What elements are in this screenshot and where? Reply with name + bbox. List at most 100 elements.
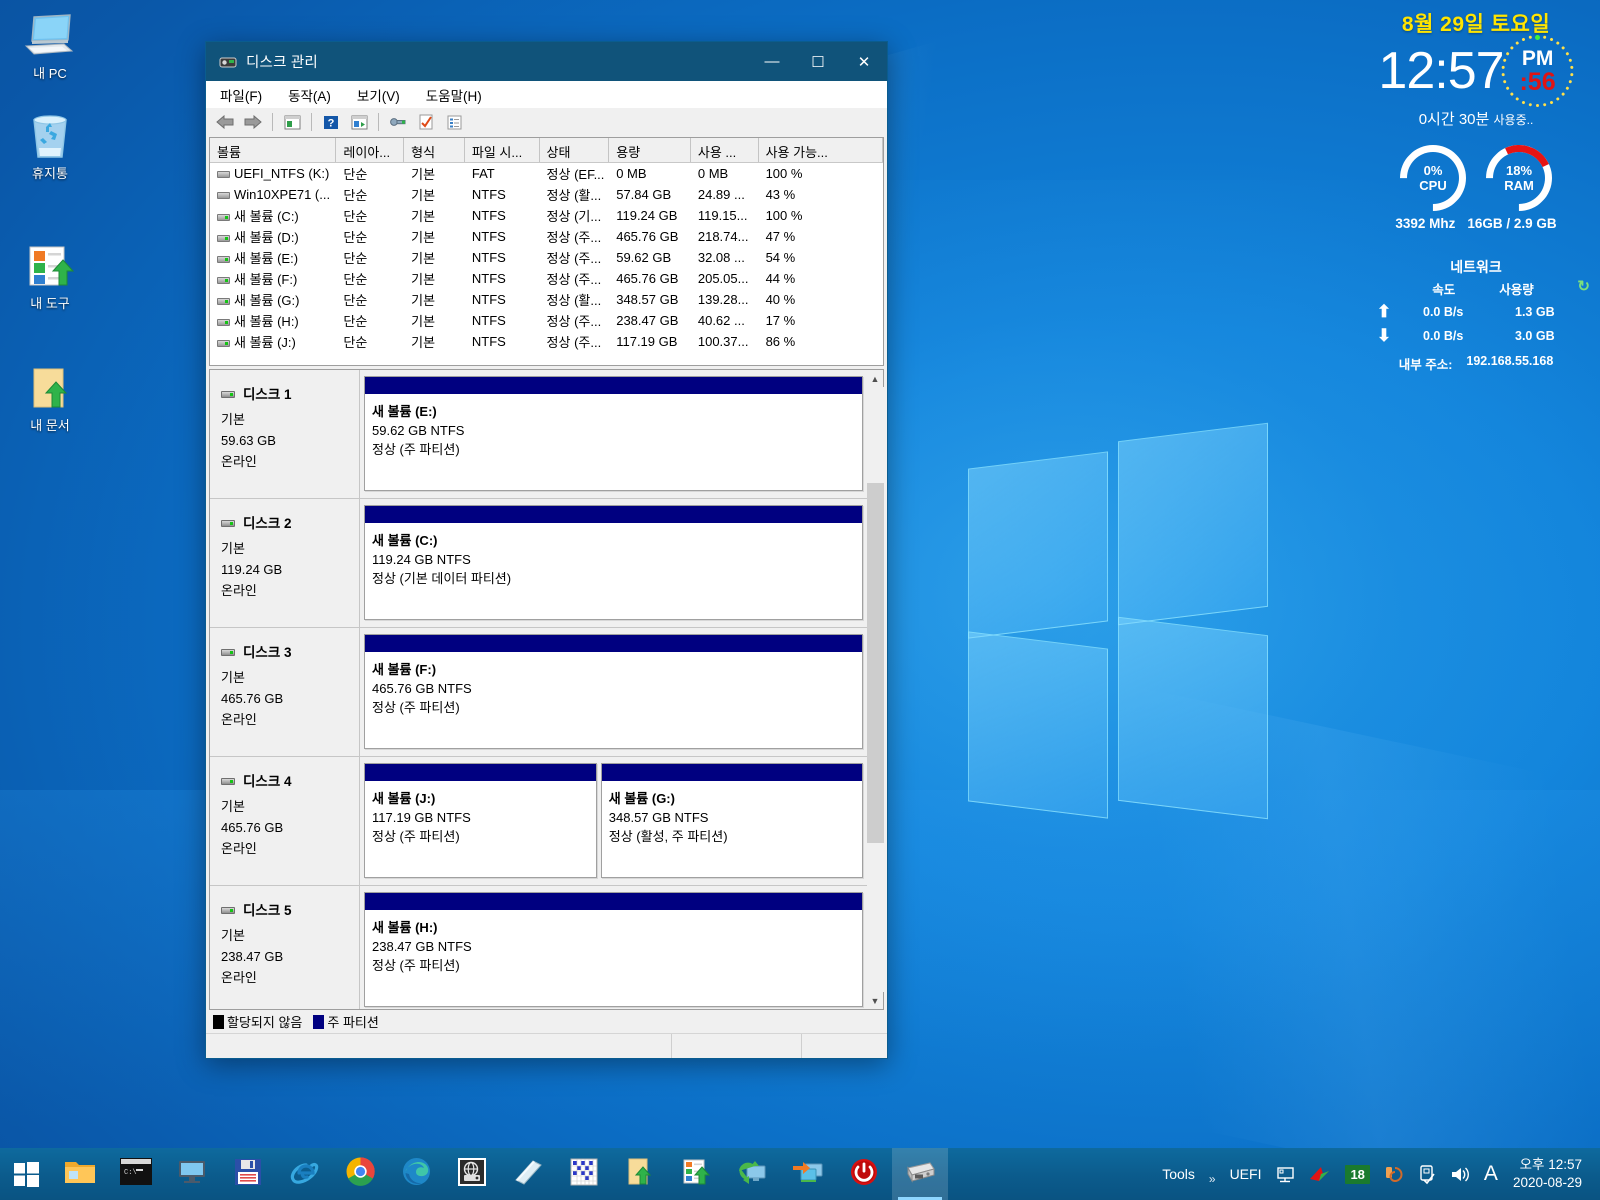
properties-icon[interactable] (347, 111, 371, 134)
folder-icon (64, 1158, 96, 1191)
partition-status: 정상 (기본 데이터 파티션) (372, 571, 512, 586)
disk-info-panel[interactable]: 디스크 4 기본 465.76 GB 온라인 (210, 757, 360, 885)
ie-icon (289, 1157, 319, 1192)
disk-row[interactable]: 디스크 1 기본 59.63 GB 온라인 새 볼륨 (E:) 59.62 GB NTFS… (210, 370, 867, 499)
volume-row[interactable]: 새 볼륨 (H:) 단순 기본 NTFS 정상 (주... 238.47 GB 40.62 … (210, 310, 883, 331)
display-icon[interactable] (1268, 1148, 1302, 1200)
column-header-free-space[interactable]: 사용 ... (691, 138, 759, 162)
back-arrow-icon[interactable] (213, 111, 237, 134)
taskbar-item-restart-tool[interactable] (724, 1148, 780, 1200)
taskbar-item-save-tool[interactable] (220, 1148, 276, 1200)
gadget-seconds-dial: PM :56 (1501, 35, 1574, 107)
taskbar-item-microsoft-edge[interactable] (388, 1148, 444, 1200)
refresh-icon[interactable]: ↻ (1577, 277, 1590, 295)
disk-row[interactable]: 디스크 2 기본 119.24 GB 온라인 새 볼륨 (C:) 119.24 GB NT… (210, 499, 867, 628)
scrollbar-thumb[interactable] (866, 483, 884, 843)
volume-row[interactable]: 새 볼륨 (C:) 단순 기본 NTFS 정상 (기... 119.24 GB 119.15… (210, 205, 883, 226)
upload-speed: 0.0 B/s (1423, 305, 1464, 319)
help-icon[interactable]: ? (319, 111, 343, 134)
forward-arrow-icon[interactable] (241, 111, 265, 134)
volume-row[interactable]: 새 볼륨 (G:) 단순 기본 NTFS 정상 (활... 348.57 GB 139.28… (210, 289, 883, 310)
partition-block[interactable]: 새 볼륨 (E:) 59.62 GB NTFS 정상 (주 파티션) (364, 376, 863, 491)
tray-overflow-chevron-icon[interactable]: » (1202, 1148, 1223, 1200)
scroll-up-icon[interactable]: ▲ (867, 370, 884, 387)
volume-label: Win10XPE71 (... (234, 187, 331, 202)
desktop-icon-my-documents[interactable]: 내 문서 (0, 362, 100, 433)
column-header-filesystem[interactable]: 파일 시... (465, 138, 540, 162)
taskbar-item-google-chrome[interactable] (332, 1148, 388, 1200)
usb-icon[interactable] (1377, 1148, 1411, 1200)
taskbar-item-network-disk-tool[interactable] (444, 1148, 500, 1200)
volume-row[interactable]: 새 볼륨 (E:) 단순 기본 NTFS 정상 (주... 59.62 GB 32.08 .… (210, 247, 883, 268)
flag-icon[interactable] (1302, 1148, 1338, 1200)
disk-info-panel[interactable]: 디스크 3 기본 465.76 GB 온라인 (210, 628, 360, 756)
menu-item-view[interactable]: 보기(V) (354, 82, 403, 108)
disk-row[interactable]: 디스크 4 기본 465.76 GB 온라인 새 볼륨 (J:) 117.19 GB NT… (210, 757, 867, 886)
taskbar-item-disk-management[interactable] (892, 1148, 948, 1200)
window-title-bar[interactable]: 디스크 관리 — ☐ ✕ (206, 42, 887, 81)
taskbar-item-grid-tool[interactable] (556, 1148, 612, 1200)
partition-block[interactable]: 새 볼륨 (C:) 119.24 GB NTFS 정상 (기본 데이터 파티션) (364, 505, 863, 620)
show-hide-tree-icon[interactable] (280, 111, 304, 134)
maximize-button[interactable]: ☐ (795, 42, 841, 81)
partition-color-bar (365, 893, 862, 911)
volume-row[interactable]: 새 볼륨 (J:) 단순 기본 NTFS 정상 (주... 117.19 GB 100.37… (210, 331, 883, 352)
column-header-layout[interactable]: 레이아... (336, 138, 405, 162)
taskbar-item-power[interactable] (836, 1148, 892, 1200)
disk-info-panel[interactable]: 디스크 2 기본 119.24 GB 온라인 (210, 499, 360, 627)
desktop-icon-my-tools[interactable]: 내 도구 (0, 240, 100, 311)
disk-info-panel[interactable]: 디스크 1 기본 59.63 GB 온라인 (210, 370, 360, 498)
taskbar-item-my-tools[interactable] (668, 1148, 724, 1200)
ime-a-icon[interactable]: A (1477, 1148, 1505, 1200)
volume-row[interactable]: 새 볼륨 (D:) 단순 기본 NTFS 정상 (주... 465.76 GB 218.74… (210, 226, 883, 247)
taskbar-item-file-explorer[interactable] (52, 1148, 108, 1200)
taskbar-item-notepad-tool[interactable] (500, 1148, 556, 1200)
volume-row[interactable]: Win10XPE71 (... 단순 기본 NTFS 정상 (활... 57.84 GB 2… (210, 184, 883, 205)
windows-start-icon[interactable] (0, 1148, 52, 1200)
menu-item-help[interactable]: 도움말(H) (423, 82, 485, 108)
partition-block[interactable]: 새 볼륨 (J:) 117.19 GB NTFS 정상 (주 파티션) (364, 763, 597, 878)
refresh-icon[interactable] (414, 111, 438, 134)
scroll-down-icon[interactable]: ▼ (867, 992, 884, 1009)
safe-removal-icon[interactable] (1411, 1148, 1443, 1200)
list-view-icon[interactable] (442, 111, 466, 134)
column-header-status[interactable]: 상태 (540, 138, 610, 162)
taskbar-item-remote-desktop[interactable] (164, 1148, 220, 1200)
volume-row[interactable]: 새 볼륨 (F:) 단순 기본 NTFS 정상 (주... 465.76 GB 205.05… (210, 268, 883, 289)
volume-icon[interactable] (1443, 1148, 1477, 1200)
volume-label: 새 볼륨 (F:) (234, 272, 298, 287)
disk-row[interactable]: 디스크 5 기본 238.47 GB 온라인 새 볼륨 (H:) 238.47 GB NT… (210, 886, 867, 1009)
column-header-capacity[interactable]: 용량 (609, 138, 691, 162)
volume-row[interactable]: UEFI_NTFS (K:) 단순 기본 FAT 정상 (EF... 0 MB 0 MB 10… (210, 163, 883, 184)
taskbar-item-screen-transfer[interactable] (780, 1148, 836, 1200)
desktop-icon-my-pc[interactable]: 내 PC (0, 10, 100, 81)
column-header-volume[interactable]: 볼륨 (210, 138, 337, 162)
calendar-18-icon[interactable]: 18 (1338, 1148, 1376, 1200)
taskbar-item-internet-explorer[interactable] (276, 1148, 332, 1200)
volume-percent: 40 % (765, 292, 796, 307)
partition-block[interactable]: 새 볼륨 (F:) 465.76 GB NTFS 정상 (주 파티션) (364, 634, 863, 749)
tray-uefi-label[interactable]: UEFI (1223, 1148, 1269, 1200)
menu-item-action[interactable]: 동작(A) (285, 82, 334, 108)
taskbar-clock[interactable]: 오후 12:57 2020-08-29 (1505, 1156, 1592, 1192)
menu-item-file[interactable]: 파일(F) (217, 82, 265, 108)
minimize-button[interactable]: — (749, 42, 795, 81)
close-button[interactable]: ✕ (841, 42, 887, 81)
desktop-icon-recycle-bin[interactable]: 휴지통 (0, 110, 100, 181)
column-header-type[interactable]: 형식 (404, 138, 465, 162)
disk-info-panel[interactable]: 디스크 5 기본 238.47 GB 온라인 (210, 886, 360, 1009)
tray-tools-label[interactable]: Tools (1155, 1148, 1202, 1200)
taskbar-item-command-prompt[interactable]: C:\ (108, 1148, 164, 1200)
partition-title: 새 볼륨 (J:) (372, 791, 436, 806)
disk-row[interactable]: 디스크 3 기본 465.76 GB 온라인 새 볼륨 (F:) 465.76 GB NT… (210, 628, 867, 757)
partition-block[interactable]: 새 볼륨 (H:) 238.47 GB NTFS 정상 (주 파티션) (364, 892, 863, 1007)
partition-block[interactable]: 새 볼륨 (G:) 348.57 GB NTFS 정상 (활성, 주 파티션) (600, 763, 863, 878)
rescan-disks-icon[interactable] (386, 111, 410, 134)
volume-percent: 54 % (765, 250, 796, 265)
column-header-percent-free[interactable]: 사용 가능... (759, 138, 883, 162)
system-tray: Tools » UEFI 18 A 오후 12:57 2020-08-29 (1155, 1148, 1600, 1200)
taskbar-item-my-documents[interactable] (612, 1148, 668, 1200)
graphical-view-scrollbar[interactable]: ▲ ▼ (866, 369, 884, 1010)
scrollbar-track[interactable] (866, 387, 884, 992)
disk-drive-icon (221, 649, 235, 656)
